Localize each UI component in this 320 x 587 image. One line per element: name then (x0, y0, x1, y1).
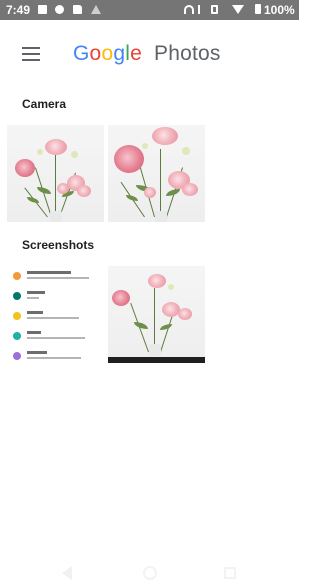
list-item (13, 350, 93, 363)
camera-photo-1[interactable] (7, 125, 104, 222)
gear-icon (55, 5, 64, 14)
logo-letter: g (113, 42, 126, 65)
image-icon (38, 5, 47, 14)
screenshot-settings[interactable] (7, 266, 104, 363)
vibrate-icon (211, 5, 218, 14)
section-title-camera: Camera (22, 97, 67, 111)
app-icon (13, 312, 21, 320)
status-time: 7:49 (6, 3, 31, 17)
list-item (13, 290, 93, 304)
app-icon (13, 292, 21, 300)
app-icon (13, 272, 21, 280)
battery-icon (255, 4, 261, 14)
google-logo: Google (73, 42, 148, 65)
status-bar: 7:49 100% (0, 0, 299, 20)
logo-letter: o (89, 42, 102, 65)
hamburger-menu-icon[interactable] (22, 47, 42, 61)
list-item (13, 270, 93, 284)
sd-card-icon (73, 5, 82, 14)
device-navigation-strip (108, 357, 205, 363)
screenshot-photo[interactable] (108, 266, 205, 363)
home-icon[interactable] (143, 566, 157, 580)
signal-off-icon (91, 5, 101, 14)
back-icon[interactable] (62, 566, 72, 580)
camera-photo-2[interactable] (108, 125, 205, 222)
logo-letter: G (73, 42, 90, 65)
list-item (13, 310, 93, 324)
section-title-screenshots: Screenshots (22, 238, 95, 252)
app-icon (13, 332, 21, 340)
wifi-icon (232, 5, 244, 14)
navigation-bar (0, 555, 299, 587)
logo-letter: e (130, 42, 142, 65)
app-title-photos: Photos (154, 42, 221, 65)
app-icon (13, 352, 21, 360)
battery-percent: 100% (264, 3, 295, 17)
recents-icon[interactable] (224, 567, 236, 579)
app-title: Google Photos (73, 42, 221, 66)
wifi-calling-icon (184, 5, 194, 14)
bluetooth-icon (198, 5, 203, 14)
logo-letter: o (101, 42, 114, 65)
list-item (13, 330, 93, 344)
